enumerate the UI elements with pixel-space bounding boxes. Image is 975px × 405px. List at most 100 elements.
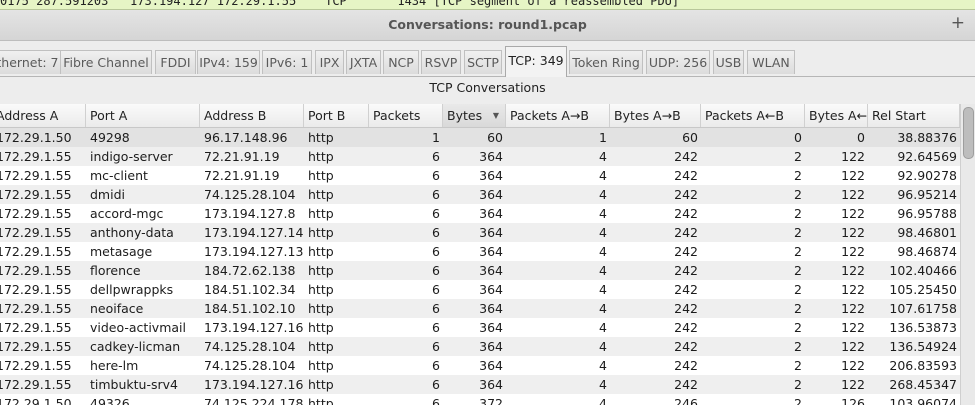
table-cell: dellpwrappks: [90, 282, 174, 297]
table-row[interactable]: 172.29.1.50 49298 96.17.148.96 http 1 60 1 60 0 0…: [0, 128, 960, 147]
table-cell: 2: [794, 339, 802, 354]
table-row[interactable]: 172.29.1.55 cadkey-licman 74.125.28.104 htt…: [0, 337, 960, 356]
column-header-address-b[interactable]: Address B: [200, 104, 304, 127]
table-cell: 122: [841, 377, 865, 392]
table-row[interactable]: 172.29.1.55 timbuktu-srv4 173.194.127.16 ht…: [0, 375, 960, 394]
table-cell: dmidi: [90, 187, 125, 202]
table-row[interactable]: 172.29.1.55 metasage 173.194.127.13 http 6 36…: [0, 242, 960, 261]
table-header: Address A Port A Address B Port B Packets Byt…: [0, 104, 960, 128]
table-row[interactable]: 172.29.1.55 mc-client 72.21.91.19 http 6 364 4…: [0, 166, 960, 185]
table-row[interactable]: 172.29.1.55 neoiface 184.51.102.10 http 6 364…: [0, 299, 960, 318]
conversation-table[interactable]: Address A Port A Address B Port B Packets Byt…: [0, 104, 960, 405]
table-cell: 4: [599, 206, 607, 221]
column-header-port-a[interactable]: Port A: [86, 104, 200, 127]
vertical-scrollbar[interactable]: [960, 104, 975, 405]
table-cell: 242: [674, 149, 698, 164]
table-cell: 122: [841, 301, 865, 316]
column-header-packets[interactable]: Packets: [369, 104, 443, 127]
table-cell: 136.53873: [889, 320, 957, 335]
packet-list-row[interactable]: 0175 287.591203 173.194.127 172.29.1.55 …: [0, 0, 679, 8]
tab-sctp[interactable]: SCTP: [464, 50, 502, 74]
table-row[interactable]: 172.29.1.55 accord-mgc 173.194.127.8 http 6 3…: [0, 204, 960, 223]
table-cell: 122: [841, 339, 865, 354]
column-header-address-a[interactable]: Address A: [0, 104, 86, 127]
table-cell: 242: [674, 225, 698, 240]
packet-list-strip[interactable]: 0175 287.591203 173.194.127 172.29.1.55 …: [0, 0, 975, 10]
scrollbar-thumb[interactable]: [963, 107, 974, 159]
table-cell: 6: [432, 358, 440, 373]
table-cell: 173.194.127.8: [204, 206, 296, 221]
tab-ipx[interactable]: IPX: [315, 50, 344, 74]
table-cell: 242: [674, 168, 698, 183]
table-cell: 6: [432, 187, 440, 202]
table-row[interactable]: 172.29.1.55 here-lm 74.125.28.104 http 6 364 4…: [0, 356, 960, 375]
table-cell: 2: [794, 396, 802, 405]
table-cell: 74.125.28.104: [204, 339, 296, 354]
plus-icon[interactable]: +: [951, 13, 965, 33]
column-header-label: Packets A→B: [510, 108, 589, 123]
table-cell: http: [308, 168, 334, 183]
table-row[interactable]: 172.29.1.55 video-activmail 173.194.127.16…: [0, 318, 960, 337]
table-cell: 6: [432, 206, 440, 221]
table-cell: 122: [841, 244, 865, 259]
table-cell: 96.95788: [897, 206, 957, 221]
table-cell: http: [308, 206, 334, 221]
column-header-port-b[interactable]: Port B: [304, 104, 369, 127]
column-header-bytes[interactable]: Bytes ▼: [443, 104, 506, 127]
table-cell: 242: [674, 320, 698, 335]
table-row[interactable]: 172.29.1.55 anthony-data 173.194.127.14 htt…: [0, 223, 960, 242]
tab-rsvp[interactable]: RSVP: [421, 50, 461, 74]
table-cell: 6: [432, 339, 440, 354]
tab-usb[interactable]: USB: [713, 50, 744, 74]
table-cell: http: [308, 320, 334, 335]
table-cell: 246: [674, 396, 698, 405]
table-row[interactable]: 172.29.1.55 dmidi 74.125.28.104 http 6 364 4 24…: [0, 185, 960, 204]
tab-token-ring[interactable]: Token Ring: [569, 50, 643, 74]
table-cell: 364: [479, 149, 503, 164]
table-cell: anthony-data: [90, 225, 174, 240]
tab-tcp-349[interactable]: TCP: 349: [505, 46, 567, 77]
tab-ipv4-159[interactable]: IPv4: 159: [197, 50, 260, 74]
column-header-bytes-a-b[interactable]: Bytes A←B: [805, 104, 868, 127]
table-cell: http: [308, 339, 334, 354]
table-cell: 172.29.1.55: [0, 320, 72, 335]
column-header-bytes-a-b[interactable]: Bytes A→B: [610, 104, 701, 127]
tab-ethernet-7[interactable]: Ethernet: 7: [0, 50, 61, 74]
tab-ipv6-1[interactable]: IPv6: 1: [262, 50, 312, 74]
table-cell: 0: [857, 130, 865, 145]
table-cell: 173.194.127.13: [204, 244, 304, 259]
tab-fddi[interactable]: FDDI: [155, 50, 196, 74]
tab-wlan[interactable]: WLAN: [747, 50, 795, 74]
table-cell: 2: [794, 168, 802, 183]
table-row[interactable]: 172.29.1.50 49326 74.125.224.178 http 6 372 4 2…: [0, 394, 960, 405]
column-header-label: Port A: [90, 108, 128, 123]
tab-udp-256[interactable]: UDP: 256: [646, 50, 710, 74]
table-cell: 2: [794, 358, 802, 373]
table-cell: 6: [432, 244, 440, 259]
table-row[interactable]: 172.29.1.55 florence 184.72.62.138 http 6 364…: [0, 261, 960, 280]
table-cell: http: [308, 377, 334, 392]
table-cell: 122: [841, 225, 865, 240]
table-cell: 6: [432, 301, 440, 316]
table-cell: 242: [674, 358, 698, 373]
column-header-label: Port B: [308, 108, 346, 123]
table-cell: 184.72.62.138: [204, 263, 296, 278]
tab-jxta[interactable]: JXTA: [346, 50, 381, 74]
column-header-packets-a-b[interactable]: Packets A←B: [701, 104, 805, 127]
column-header-label: Bytes A←B: [809, 108, 868, 123]
table-cell: 1: [432, 130, 440, 145]
column-header-rel-start[interactable]: Rel Start: [868, 104, 960, 127]
tab-ncp[interactable]: NCP: [383, 50, 419, 74]
tab-fibre-channel[interactable]: Fibre Channel: [60, 50, 152, 74]
table-cell: 242: [674, 301, 698, 316]
table-cell: 2: [794, 244, 802, 259]
table-cell: neoiface: [90, 301, 144, 316]
table-cell: 242: [674, 282, 698, 297]
table-row[interactable]: 172.29.1.55 indigo-server 72.21.91.19 http 6…: [0, 147, 960, 166]
column-header-label: Packets A←B: [705, 108, 784, 123]
table-row[interactable]: 172.29.1.55 dellpwrappks 184.51.102.34 http…: [0, 280, 960, 299]
table-cell: 103.96074: [889, 396, 957, 405]
table-cell: 92.64569: [897, 149, 957, 164]
column-header-packets-a-b[interactable]: Packets A→B: [506, 104, 610, 127]
table-cell: 364: [479, 244, 503, 259]
